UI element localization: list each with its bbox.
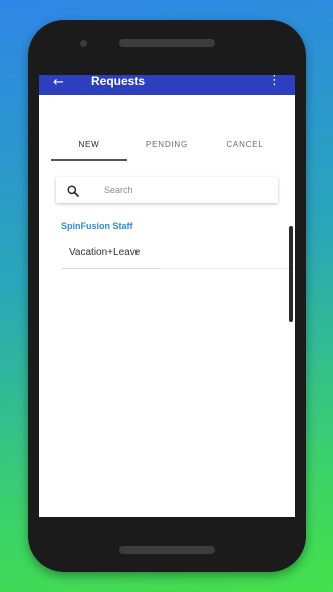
phone-frame: ← Requests ⋮ NEW PENDING CANCEL SpinFusi…: [28, 20, 306, 572]
section-title: SpinFusion Staff: [61, 221, 133, 231]
app-screen: ← Requests ⋮ NEW PENDING CANCEL SpinFusi…: [39, 75, 295, 517]
tab-cancel[interactable]: CANCEL: [207, 140, 283, 149]
arrow-left-icon[interactable]: ←: [53, 76, 64, 89]
tab-bar: NEW PENDING CANCEL: [39, 95, 295, 161]
list-item-label: Vacation+Leave: [69, 247, 141, 258]
search-input[interactable]: [104, 182, 264, 198]
more-vert-icon[interactable]: ⋮: [268, 75, 281, 87]
search-bar: [56, 177, 278, 203]
chevron-right-icon: ›: [134, 245, 139, 259]
app-bar: ← Requests ⋮: [39, 75, 295, 95]
tab-pending[interactable]: PENDING: [127, 140, 207, 149]
search-icon: [67, 185, 79, 197]
page-title: Requests: [91, 75, 146, 88]
top-speaker: [119, 39, 215, 47]
bottom-speaker: [119, 546, 215, 554]
divider: [160, 268, 295, 269]
power-button: [289, 226, 293, 322]
active-tab-indicator: [51, 159, 127, 161]
list-item[interactable]: Vacation+Leave ›: [62, 243, 160, 269]
tab-new[interactable]: NEW: [51, 140, 127, 149]
front-camera: [80, 40, 87, 47]
